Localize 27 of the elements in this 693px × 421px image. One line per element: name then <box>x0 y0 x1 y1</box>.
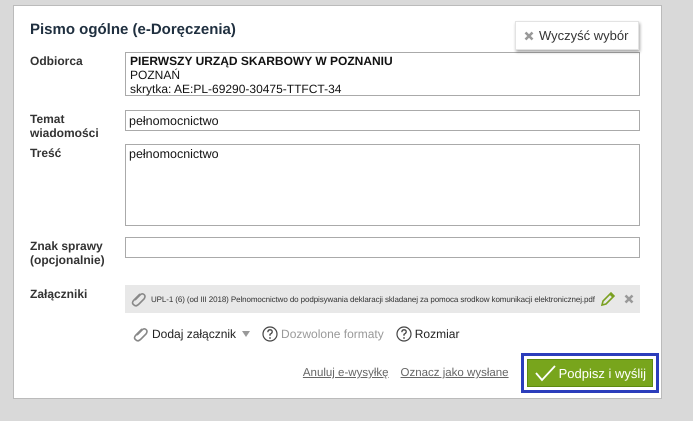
paperclip-icon <box>129 290 147 308</box>
checkmark-icon <box>534 364 556 382</box>
paperclip-icon <box>131 325 149 343</box>
add-attachment-button[interactable]: Dodaj załącznik <box>131 325 250 343</box>
recipient-text: POZNAŃ <box>130 68 182 82</box>
action-link[interactable]: Oznacz jako wysłane <box>400 367 509 379</box>
field-label: Znak sprawy (opcjonalnie) <box>30 238 106 267</box>
remove-icon[interactable] <box>624 294 634 304</box>
recipient-text: PIERWSZY URZĄD SKARBOWY W POZNANIU <box>130 54 394 68</box>
field-label: Treść <box>30 145 62 160</box>
file-name: UPL-1 (6) (od III 2018) Pelnomocnictwo do podpisywania deklaracji skladanej za pomoca srodkow komunikacji elektronicznej.pdf <box>151 294 596 304</box>
field-label: Odbiorca <box>30 53 84 68</box>
field-label: Temat wiadomości <box>30 111 100 140</box>
field-label: Załączniki <box>30 286 88 301</box>
message-field[interactable]: pełnomocnictwo <box>125 144 640 226</box>
clear-selection-button[interactable]: Wyczyść wybór <box>515 21 639 50</box>
pencil-icon[interactable] <box>600 291 616 307</box>
question-icon <box>396 326 412 342</box>
input-field[interactable]: pełnomocnictwo <box>125 110 640 131</box>
question-icon <box>262 326 278 342</box>
recipient-text: skrytka: AE:PL-69290-30475-TTFCT-34 <box>130 82 342 96</box>
help-link[interactable]: Rozmiar <box>396 326 460 342</box>
action-link[interactable]: Anuluj e-wysyłkę <box>302 367 389 379</box>
close-icon <box>524 30 534 40</box>
caret-icon <box>242 331 250 337</box>
input-field[interactable] <box>125 237 640 258</box>
dialog-title: Pismo ogólne (e-Doręczenia) <box>30 21 236 38</box>
